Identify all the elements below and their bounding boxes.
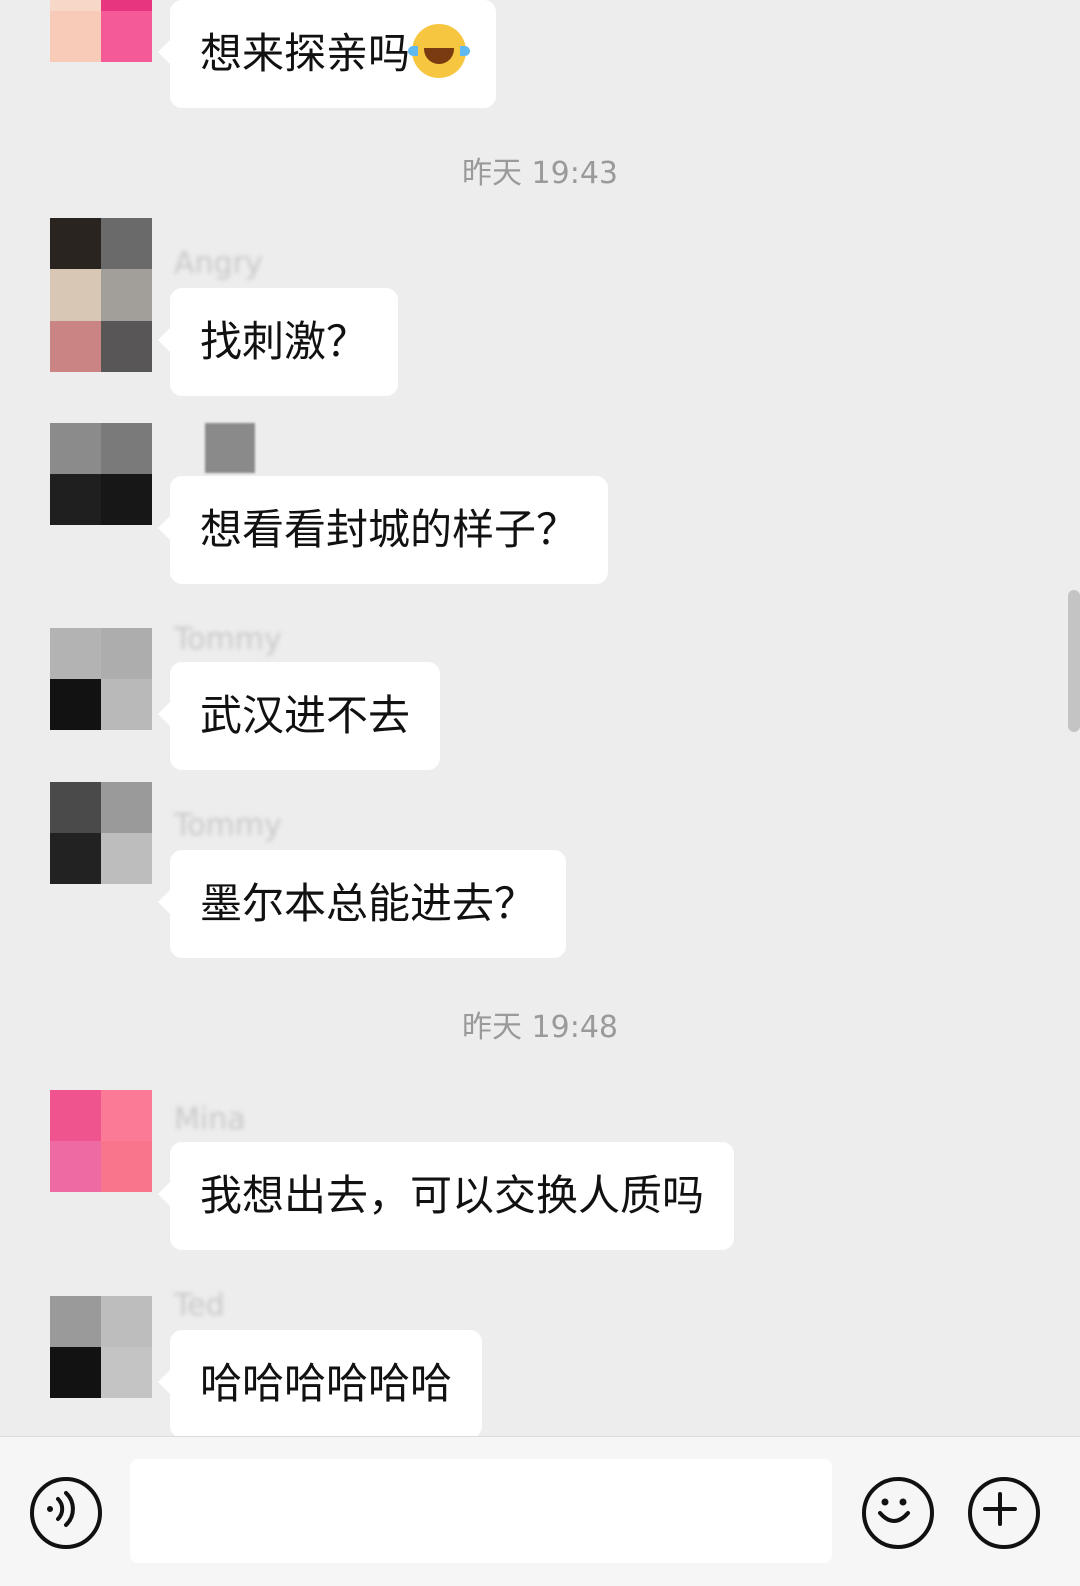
- message-bubble[interactable]: 武汉进不去: [157, 662, 441, 770]
- message-bubble[interactable]: 墨尔本总能进去？: [157, 850, 567, 958]
- message-text: 我想出去，可以交换人质吗: [200, 1171, 705, 1220]
- voice-button[interactable]: [30, 1477, 102, 1549]
- sender-name: Tommy: [174, 808, 282, 843]
- sender-name: Mina: [174, 1102, 246, 1137]
- plus-icon: [983, 1492, 1017, 1526]
- message-text: 墨尔本总能进去？: [200, 879, 537, 928]
- message-text: 哈哈哈哈哈哈: [200, 1359, 453, 1408]
- sender-name: Ted: [174, 1288, 225, 1323]
- message-bubble[interactable]: 想看看封城的样子？: [157, 476, 609, 584]
- plus-button[interactable]: [968, 1477, 1040, 1549]
- message-timestamp: 昨天 19:43: [462, 156, 618, 191]
- sender-name: Tommy: [174, 622, 282, 657]
- emoji-button[interactable]: [862, 1477, 934, 1549]
- avatar[interactable]: [50, 218, 152, 372]
- avatar[interactable]: [50, 782, 152, 884]
- sender-name: Angry: [174, 246, 263, 281]
- message-timestamp: 昨天 19:48: [462, 1010, 618, 1045]
- message-text: 想来探亲吗: [200, 29, 411, 78]
- voice-icon: [47, 1491, 75, 1527]
- scrollbar[interactable]: [1068, 590, 1080, 732]
- chat-area[interactable]: 想来探亲吗 昨天 19:43 Angry 找刺激？ 想看看封城的样子？ Tomm…: [0, 0, 1080, 1452]
- avatar[interactable]: [50, 0, 152, 62]
- sender-name-blur: [205, 423, 255, 473]
- message-text: 武汉进不去: [200, 691, 411, 740]
- message-bubble[interactable]: 我想出去，可以交换人质吗: [157, 1142, 735, 1250]
- avatar[interactable]: [50, 423, 152, 525]
- message-text: 想看看封城的样子？: [200, 505, 579, 554]
- message-input[interactable]: [130, 1459, 832, 1563]
- message-bubble[interactable]: 想来探亲吗: [157, 0, 497, 108]
- emoji-icon: [878, 1498, 910, 1523]
- message-text: 找刺激？: [200, 317, 369, 366]
- message-bubble[interactable]: 哈哈哈哈哈哈: [157, 1330, 483, 1438]
- avatar[interactable]: [50, 628, 152, 730]
- input-bar: [0, 1436, 1080, 1586]
- tears-of-joy-icon: [408, 24, 471, 78]
- avatar[interactable]: [50, 1090, 152, 1192]
- message-bubble[interactable]: 找刺激？: [157, 288, 399, 396]
- avatar[interactable]: [50, 1296, 152, 1398]
